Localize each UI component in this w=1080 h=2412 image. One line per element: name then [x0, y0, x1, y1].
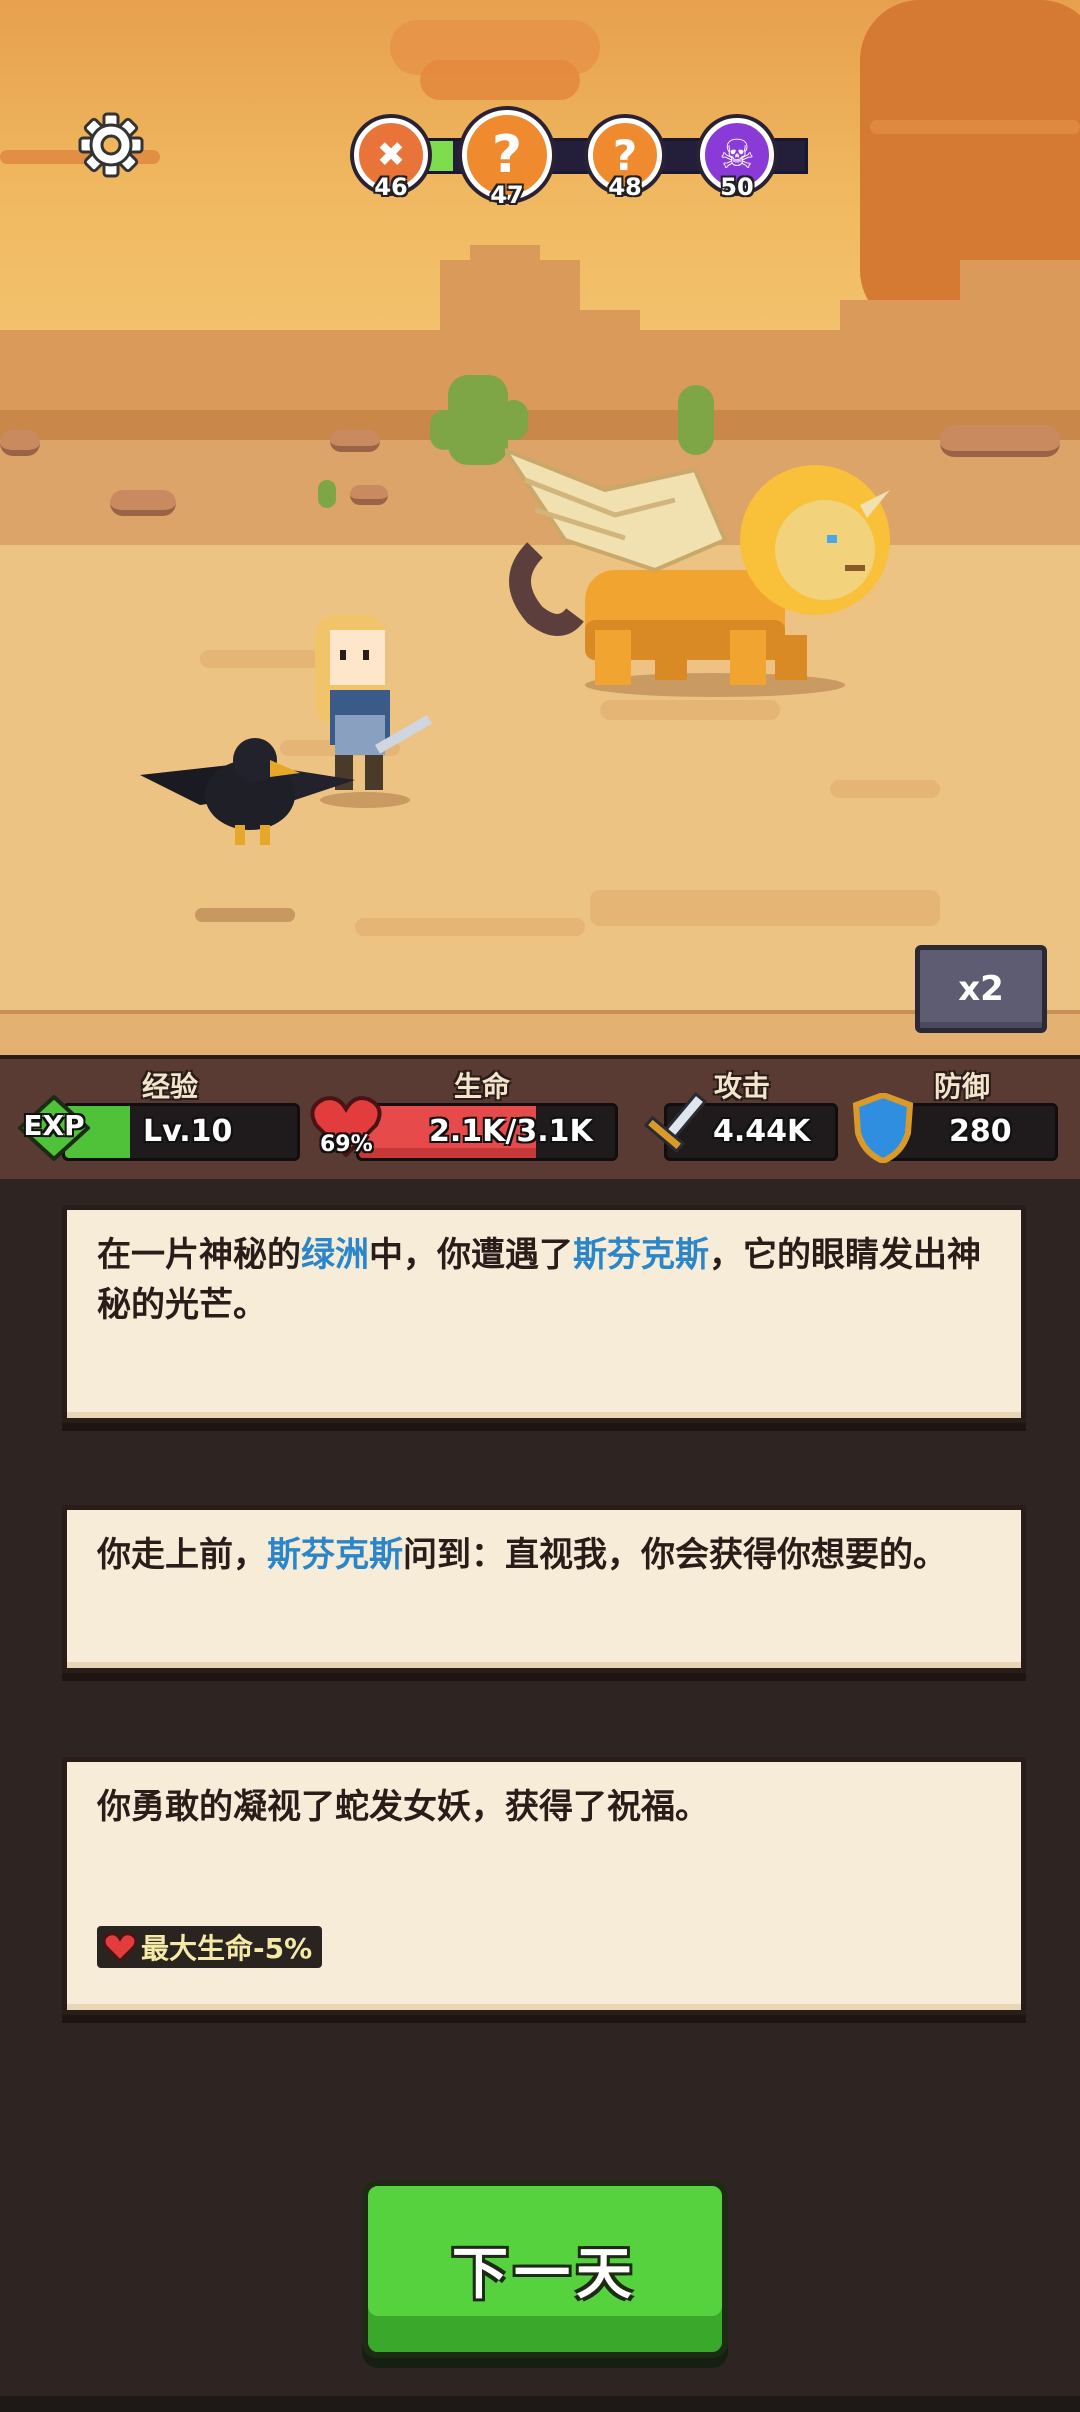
- sand-streak: [355, 918, 585, 936]
- rock: [330, 430, 380, 452]
- stage-node-48[interactable]: ? 48: [588, 118, 662, 201]
- cactus: [318, 480, 336, 508]
- rock: [0, 430, 40, 456]
- event-text-2: 你走上前，斯芬克斯问到：直视我，你会获得你想要的。: [97, 1535, 947, 1575]
- event-card-1: 在一片神秘的绿洲中，你遭遇了斯芬克斯，它的眼睛发出神秘的光芒。: [62, 1205, 1026, 1423]
- exp-badge-icon: EXP: [17, 1094, 91, 1162]
- event-text-1: 在一片神秘的绿洲中，你遭遇了斯芬克斯，它的眼睛发出神秘的光芒。: [97, 1235, 981, 1325]
- battle-scene: ✖ 46 ? 47 ? 48 ☠ 50 x2: [0, 0, 1080, 1055]
- stage-number: 47: [490, 181, 524, 209]
- skull-icon: ☠: [719, 132, 755, 178]
- exp-badge-label: EXP: [23, 1109, 85, 1142]
- exp-bar: Lv.10: [62, 1103, 300, 1161]
- defense-title: 防御: [934, 1070, 991, 1103]
- cactus: [430, 410, 458, 450]
- sphinx-enemy: [505, 447, 890, 697]
- defense-value: 280: [949, 1114, 1012, 1149]
- heart-icon: [103, 1932, 137, 1962]
- mesa: [580, 310, 640, 350]
- mesa: [470, 245, 540, 275]
- attack-title: 攻击: [714, 1070, 771, 1103]
- sky-cloud: [420, 60, 580, 100]
- monster-highlight: 斯芬克斯: [267, 1535, 403, 1575]
- player-level: Lv.10: [143, 1114, 233, 1149]
- mesa: [0, 350, 40, 410]
- rock: [110, 490, 176, 516]
- event-card-2: 你走上前，斯芬克斯问到：直视我，你会获得你想要的。: [62, 1505, 1026, 1673]
- event-card-3: 你勇敢的凝视了蛇发女妖，获得了祝福。 最大生命-5%: [62, 1757, 1026, 2015]
- effect-tag: 最大生命-5%: [97, 1926, 323, 1968]
- question-icon: ?: [491, 125, 523, 185]
- hp-percent: 69%: [320, 1132, 373, 1157]
- rock: [940, 425, 1060, 457]
- stage-number: 50: [720, 173, 754, 201]
- sword-icon: [643, 1091, 708, 1154]
- speed-toggle-button[interactable]: x2: [915, 945, 1047, 1033]
- hp-title: 生命: [454, 1070, 511, 1103]
- sand-streak: [830, 780, 940, 798]
- mesa: [960, 260, 1080, 320]
- stage-number: 46: [374, 173, 408, 201]
- stage-number: 48: [608, 173, 642, 201]
- place-highlight: 绿洲: [301, 1235, 369, 1275]
- monster-highlight: 斯芬克斯: [573, 1235, 709, 1275]
- sand-streak: [600, 700, 780, 720]
- hp-bar: 2.1K/3.1K: [356, 1103, 618, 1161]
- stage-node-50-boss[interactable]: ☠ 50: [700, 118, 774, 201]
- shield-icon: [852, 1093, 914, 1163]
- settings-gear-icon[interactable]: [78, 112, 144, 178]
- sky-streak: [870, 120, 1080, 134]
- bottom-strip: [0, 2396, 1080, 2412]
- stage-node-46[interactable]: ✖ 46: [354, 118, 428, 201]
- hp-value: 2.1K/3.1K: [429, 1114, 593, 1149]
- effect-label: 最大生命-5%: [141, 1932, 313, 1965]
- rock: [350, 485, 388, 505]
- stage-node-47-current[interactable]: ? 47: [462, 110, 552, 209]
- next-day-button[interactable]: 下一天: [362, 2180, 728, 2358]
- pet-shadow: [195, 908, 295, 922]
- event-text-3: 你勇敢的凝视了蛇发女妖，获得了祝福。: [97, 1787, 709, 1827]
- attack-value: 4.44K: [713, 1114, 811, 1149]
- exp-title: 经验: [142, 1070, 199, 1103]
- sand-streak: [590, 890, 940, 926]
- player-stats-bar: 经验 Lv.10 EXP 生命 2.1K/3.1K 攻击 4.44K 防御 28…: [0, 1055, 1080, 1179]
- crow-pet: [140, 738, 355, 845]
- crossed-swords-icon: ✖: [376, 135, 406, 175]
